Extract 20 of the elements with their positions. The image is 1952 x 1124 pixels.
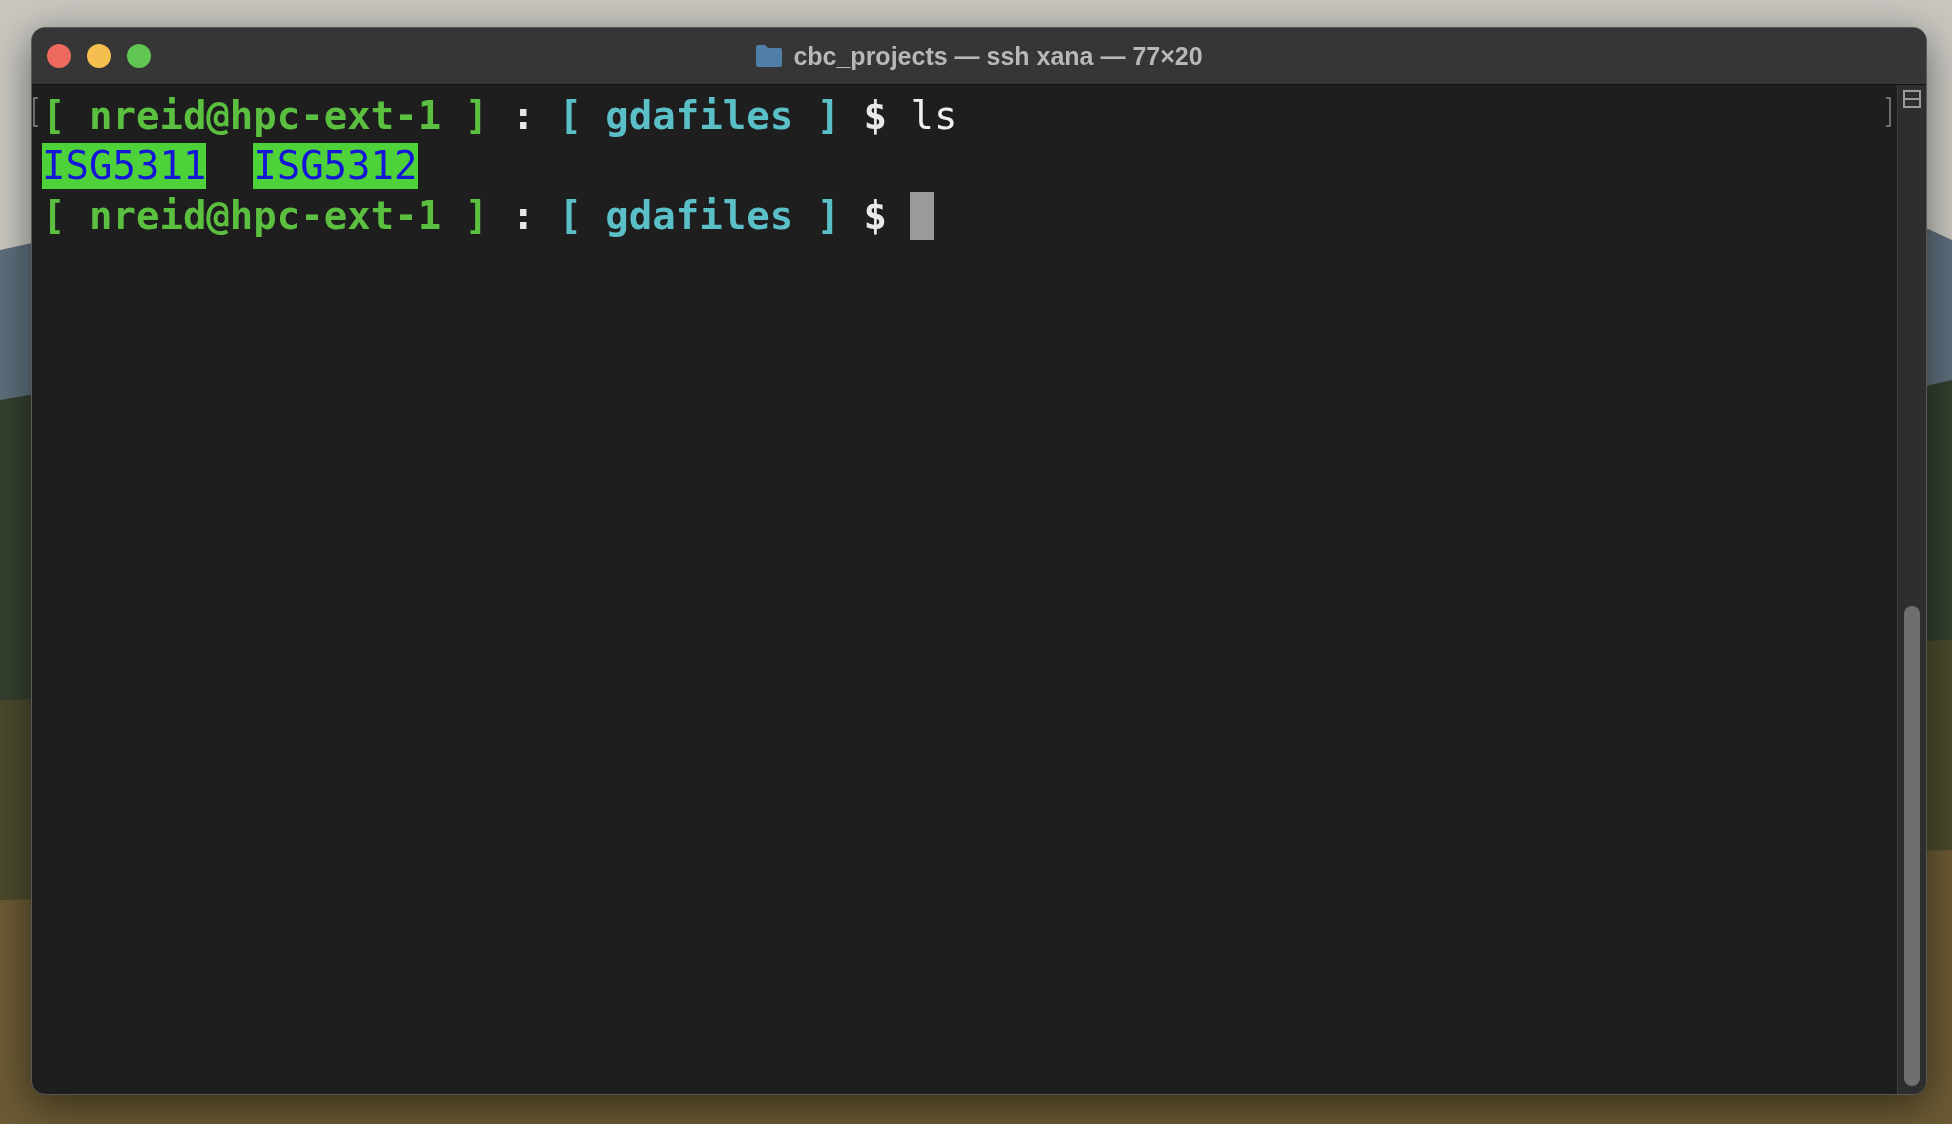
zoom-button[interactable] <box>127 44 151 68</box>
prompt-path: [ gdafiles ] <box>558 92 841 140</box>
bracket-mark-icon <box>1885 97 1891 127</box>
directory-entry: ISG5312 <box>253 142 418 190</box>
folder-icon <box>755 44 784 68</box>
window-title: cbc_projects — ssh xana — 77×20 <box>793 41 1203 71</box>
prompt-separator: : <box>511 92 535 140</box>
minimize-button[interactable] <box>87 44 111 68</box>
prompt-path: [ gdafiles ] <box>558 192 841 240</box>
bracket-mark-icon <box>33 97 39 127</box>
scroll-thumb[interactable] <box>1904 606 1920 1086</box>
prompt-user: [ nreid@hpc-ext-1 ] <box>42 192 489 240</box>
directory-entry: ISG5311 <box>42 142 207 190</box>
split-pane-icon[interactable] <box>1902 89 1922 109</box>
prompt-user: [ nreid@hpc-ext-1 ] <box>42 92 489 140</box>
close-button[interactable] <box>47 44 71 68</box>
prompt-separator: : <box>511 192 535 240</box>
prompt-symbol: $ <box>863 92 888 140</box>
command-text: ls <box>910 92 958 140</box>
prompt-symbol: $ <box>863 192 888 240</box>
